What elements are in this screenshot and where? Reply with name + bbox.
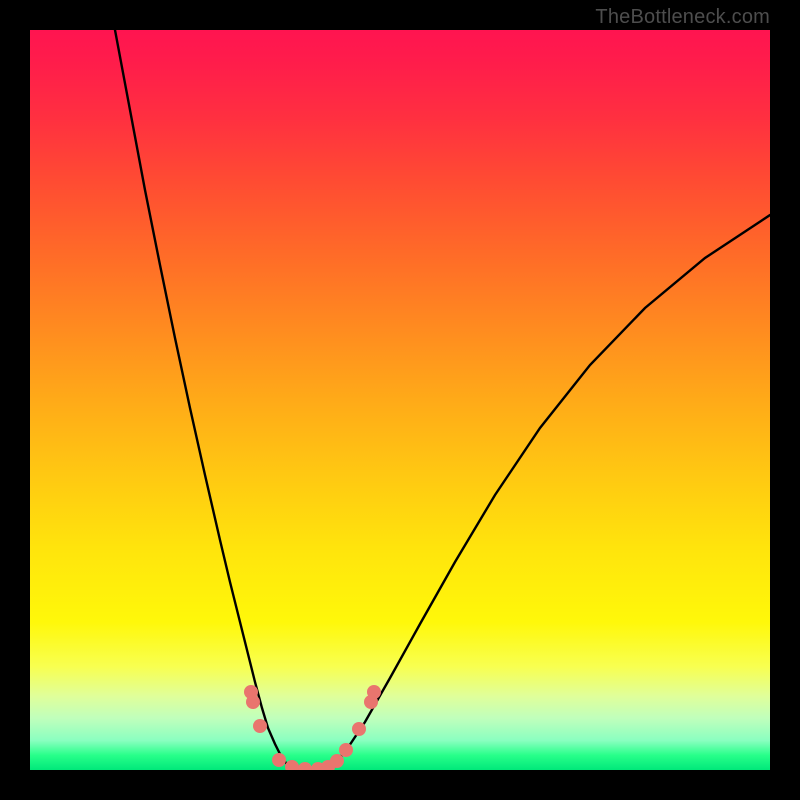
gradient-plot-area [30, 30, 770, 770]
attribution-text: TheBottleneck.com [595, 6, 770, 29]
curve-marker [298, 762, 312, 770]
curve-marker [339, 743, 353, 757]
curve-marker [367, 685, 381, 699]
plot-svg [30, 30, 770, 770]
curve-marker [246, 695, 260, 709]
curve-marker [272, 753, 286, 767]
curve-marker [285, 760, 299, 770]
curve-marker [253, 719, 267, 733]
markers-group [244, 685, 381, 770]
curve-marker [352, 722, 366, 736]
bottleneck-curve [115, 30, 770, 770]
curve-marker [330, 754, 344, 768]
